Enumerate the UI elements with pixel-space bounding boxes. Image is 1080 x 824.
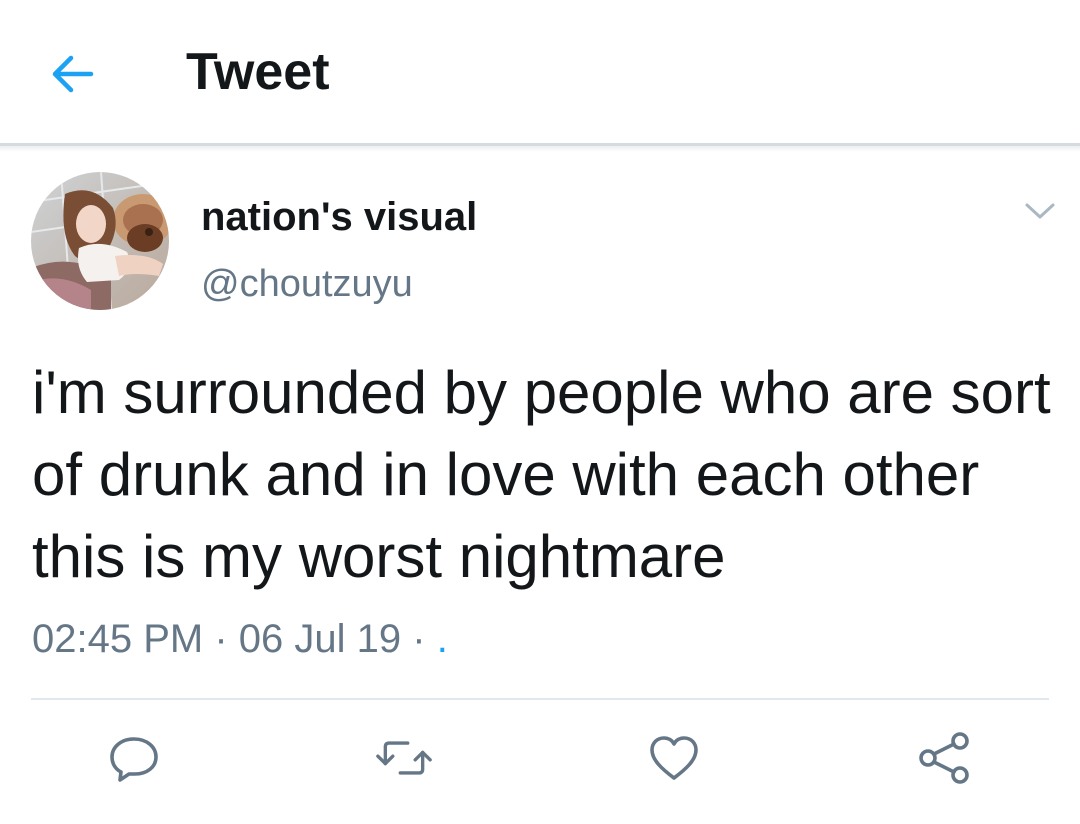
reply-icon — [110, 737, 158, 782]
author-display-name[interactable]: nation's visual — [201, 195, 477, 240]
actions-divider — [31, 698, 1049, 700]
back-button[interactable] — [46, 50, 98, 98]
top-app-bar: Tweet — [0, 0, 1080, 152]
chevron-down-icon — [1025, 203, 1055, 219]
retweet-icon — [376, 741, 432, 775]
like-button[interactable] — [646, 732, 702, 784]
author-handle[interactable]: @choutzuyu — [201, 263, 413, 306]
avatar[interactable] — [31, 172, 169, 310]
page-title: Tweet — [186, 43, 330, 101]
meta-separator-2: · — [412, 617, 426, 661]
tweet-time: 02:45 PM — [32, 617, 204, 661]
avatar-image — [31, 172, 169, 310]
arrow-left-icon — [52, 55, 94, 93]
share-icon — [919, 732, 969, 784]
tweet-options-button[interactable] — [1018, 196, 1062, 226]
retweet-button[interactable] — [376, 732, 432, 784]
source-link[interactable]: . — [437, 617, 448, 661]
share-button[interactable] — [916, 732, 972, 784]
tweet-text: i'm surrounded by people who are sort of… — [32, 359, 1051, 590]
header-shadow — [0, 146, 1080, 152]
tweet-date: 06 Jul 19 — [238, 617, 402, 661]
meta-separator: · — [214, 617, 228, 661]
reply-button[interactable] — [106, 732, 162, 784]
heart-icon — [650, 736, 698, 780]
tweet-timestamp: 02:45 PM · 06 Jul 19 · . — [32, 617, 448, 662]
